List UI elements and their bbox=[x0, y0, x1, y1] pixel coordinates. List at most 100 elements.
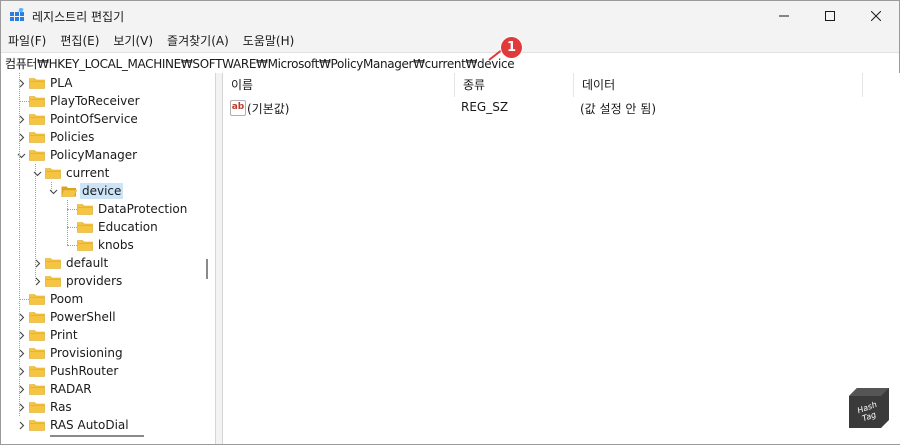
tree-item-label[interactable]: PLA bbox=[48, 75, 74, 91]
folder-icon bbox=[45, 276, 61, 287]
folder-icon bbox=[29, 420, 45, 431]
folder-icon bbox=[77, 240, 93, 251]
tree-connector bbox=[67, 227, 77, 228]
tree-item-label[interactable]: device bbox=[80, 183, 124, 199]
tree-item-label[interactable]: Policies bbox=[48, 129, 96, 145]
tree-item-label[interactable]: RAS AutoDial bbox=[48, 417, 131, 433]
chevron-right-icon[interactable] bbox=[15, 308, 27, 326]
tree-horizontal-scrollbar[interactable] bbox=[50, 435, 144, 437]
value-name: (기본값) bbox=[247, 102, 290, 116]
chevron-down-icon[interactable] bbox=[15, 146, 27, 164]
tree-item-label[interactable]: providers bbox=[64, 273, 124, 289]
tree-item[interactable]: PushRouter bbox=[1, 362, 215, 380]
tree-item[interactable]: Education bbox=[1, 218, 215, 236]
key-tree-pane[interactable]: PLA PlayToReceiver PointOfService Policies P… bbox=[1, 73, 216, 444]
chevron-right-icon[interactable] bbox=[15, 416, 27, 434]
title-bar: 레지스트리 편집기 bbox=[1, 1, 899, 31]
folder-icon bbox=[29, 366, 45, 377]
tree-item-label[interactable]: Ras bbox=[48, 399, 74, 415]
tree-item-label[interactable]: Poom bbox=[48, 291, 85, 307]
menu-edit[interactable]: 편집(E) bbox=[53, 31, 106, 51]
tree-item[interactable]: default bbox=[1, 254, 215, 272]
tree-connector bbox=[19, 299, 29, 300]
chevron-right-icon[interactable] bbox=[31, 254, 43, 272]
tree-item-label[interactable]: knobs bbox=[96, 237, 136, 253]
column-header-data[interactable]: 데이터 bbox=[574, 73, 863, 97]
tree-item[interactable]: current bbox=[1, 164, 215, 182]
chevron-down-icon[interactable] bbox=[47, 182, 59, 200]
folder-icon bbox=[29, 402, 45, 413]
folder-icon bbox=[77, 222, 93, 233]
tree-item-label[interactable]: RADAR bbox=[48, 381, 94, 397]
folder-icon bbox=[29, 114, 45, 125]
tree-item[interactable]: RAS AutoDial bbox=[1, 416, 215, 434]
tree-item[interactable]: device bbox=[1, 182, 215, 200]
chevron-down-icon[interactable] bbox=[31, 164, 43, 182]
tree-item[interactable]: Poom bbox=[1, 290, 215, 308]
ab-string-icon: ab bbox=[230, 100, 246, 116]
address-path[interactable]: 컴퓨터₩HKEY_LOCAL_MACHINE₩SOFTWARE₩Microsof… bbox=[5, 55, 515, 72]
tree-item-label[interactable]: Print bbox=[48, 327, 80, 343]
tree-item[interactable]: PLA bbox=[1, 74, 215, 92]
tree-item[interactable]: Print bbox=[1, 326, 215, 344]
chevron-right-icon[interactable] bbox=[15, 380, 27, 398]
tree-item-label[interactable]: Education bbox=[96, 219, 160, 235]
tree-item-label[interactable]: Provisioning bbox=[48, 345, 125, 361]
folder-icon bbox=[77, 204, 93, 215]
hashtag-watermark-logo: Hash Tag bbox=[849, 388, 889, 428]
column-header-name[interactable]: 이름 bbox=[223, 73, 455, 97]
close-button[interactable] bbox=[853, 1, 899, 31]
tree-item[interactable]: RADAR bbox=[1, 380, 215, 398]
menu-help[interactable]: 도움말(H) bbox=[236, 31, 302, 51]
tree-item[interactable]: DataProtection bbox=[1, 200, 215, 218]
menu-view[interactable]: 보기(V) bbox=[106, 31, 160, 51]
column-header-type[interactable]: 종류 bbox=[455, 73, 574, 97]
tree-item[interactable]: PointOfService bbox=[1, 110, 215, 128]
tree-item[interactable]: PolicyManager bbox=[1, 146, 215, 164]
tree-item-label[interactable]: PointOfService bbox=[48, 111, 140, 127]
value-list-pane[interactable]: 이름 종류 데이터 ab (기본값) REG_SZ (값 설정 안 됨) bbox=[222, 73, 900, 444]
tree-guide-line bbox=[67, 200, 68, 245]
maximize-button[interactable] bbox=[807, 1, 853, 31]
chevron-right-icon[interactable] bbox=[15, 74, 27, 92]
tree-connector bbox=[67, 209, 77, 210]
folder-icon bbox=[29, 312, 45, 323]
tree-item[interactable]: Provisioning bbox=[1, 344, 215, 362]
tree-item-label[interactable]: PushRouter bbox=[48, 363, 120, 379]
menu-file[interactable]: 파일(F) bbox=[1, 31, 53, 51]
folder-icon bbox=[29, 150, 45, 161]
minimize-icon bbox=[779, 15, 789, 17]
tree-item[interactable]: PlayToReceiver bbox=[1, 92, 215, 110]
tree-item-label[interactable]: PowerShell bbox=[48, 309, 118, 325]
chevron-right-icon[interactable] bbox=[31, 272, 43, 290]
chevron-right-icon[interactable] bbox=[15, 128, 27, 146]
tree-item[interactable]: knobs bbox=[1, 236, 215, 254]
tree-item[interactable]: Ras bbox=[1, 398, 215, 416]
callout-number-badge: 1 bbox=[501, 37, 522, 58]
minimize-button[interactable] bbox=[761, 1, 807, 31]
folder-icon bbox=[45, 258, 61, 269]
registry-editor-icon bbox=[10, 8, 24, 21]
tree-item[interactable]: Policies bbox=[1, 128, 215, 146]
tree-item[interactable]: providers bbox=[1, 272, 215, 290]
tree-item-label[interactable]: PolicyManager bbox=[48, 147, 139, 163]
tree-item[interactable]: PowerShell bbox=[1, 308, 215, 326]
chevron-right-icon[interactable] bbox=[15, 362, 27, 380]
chevron-right-icon[interactable] bbox=[15, 344, 27, 362]
address-bar[interactable]: 컴퓨터₩HKEY_LOCAL_MACHINE₩SOFTWARE₩Microsof… bbox=[1, 52, 899, 74]
menu-bar: 파일(F) 편집(E) 보기(V) 즐겨찾기(A) 도움말(H) bbox=[1, 31, 899, 51]
close-icon bbox=[871, 11, 881, 21]
chevron-right-icon[interactable] bbox=[15, 110, 27, 128]
tree-connector bbox=[67, 245, 77, 246]
tree-item-label[interactable]: current bbox=[64, 165, 111, 181]
folder-icon bbox=[29, 78, 45, 89]
menu-favorites[interactable]: 즐겨찾기(A) bbox=[160, 31, 236, 51]
folder-icon bbox=[29, 132, 45, 143]
tree-item-label[interactable]: PlayToReceiver bbox=[48, 93, 142, 109]
tree-item-label[interactable]: default bbox=[64, 255, 110, 271]
chevron-right-icon[interactable] bbox=[15, 398, 27, 416]
value-row[interactable]: ab (기본값) REG_SZ (값 설정 안 됨) bbox=[223, 98, 900, 118]
chevron-right-icon[interactable] bbox=[15, 326, 27, 344]
tree-item-label[interactable]: DataProtection bbox=[96, 201, 189, 217]
tree-guide-line bbox=[35, 164, 36, 281]
